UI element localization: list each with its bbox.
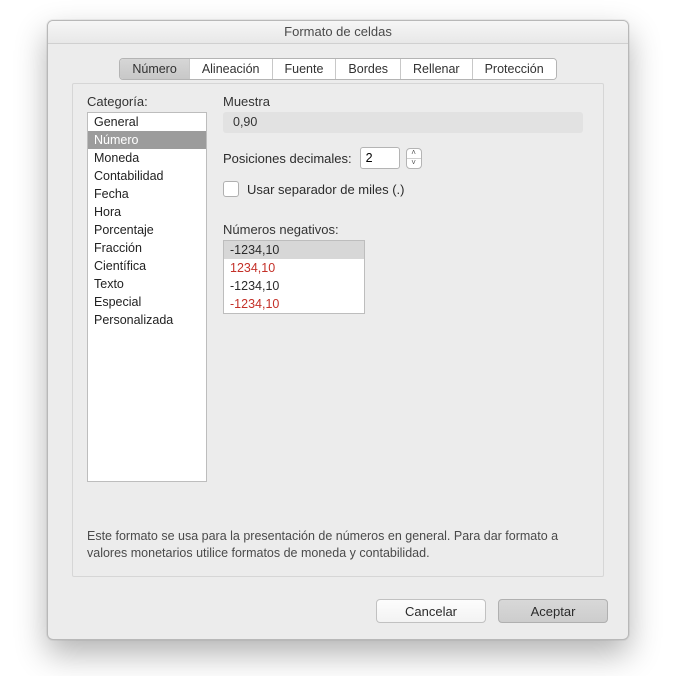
tab-bordes[interactable]: Bordes — [336, 59, 401, 79]
tab-alineación[interactable]: Alineación — [190, 59, 273, 79]
tab-protección[interactable]: Protección — [473, 59, 556, 79]
category-label: Categoría: — [87, 94, 207, 109]
format-cells-dialog: Formato de celdas NúmeroAlineaciónFuente… — [47, 20, 629, 640]
category-item[interactable]: Fecha — [88, 185, 206, 203]
tab-fuente[interactable]: Fuente — [273, 59, 337, 79]
category-item[interactable]: Personalizada — [88, 311, 206, 329]
category-item[interactable]: Hora — [88, 203, 206, 221]
negative-format-item[interactable]: -1234,10 — [224, 277, 364, 295]
negative-format-item[interactable]: -1234,10 — [224, 241, 364, 259]
negative-format-item[interactable]: -1234,10 — [224, 295, 364, 313]
format-description: Este formato se usa para la presentación… — [87, 528, 589, 562]
decimals-label: Posiciones decimales: — [223, 151, 352, 166]
stepper-down-icon[interactable]: ˅ — [407, 159, 421, 168]
category-listbox[interactable]: GeneralNúmeroMonedaContabilidadFechaHora… — [87, 112, 207, 482]
dialog-footer: Cancelar Aceptar — [376, 599, 608, 623]
thousands-checkbox[interactable]: Usar separador de miles (.) — [223, 181, 405, 197]
decimals-stepper[interactable]: ˄ ˅ — [406, 148, 422, 169]
negatives-listbox[interactable]: -1234,101234,10-1234,10-1234,10 — [223, 240, 365, 314]
stepper-up-icon[interactable]: ˄ — [407, 149, 421, 159]
category-item[interactable]: Contabilidad — [88, 167, 206, 185]
negatives-label: Números negativos: — [223, 222, 589, 237]
category-item[interactable]: Texto — [88, 275, 206, 293]
window-title: Formato de celdas — [48, 21, 628, 44]
checkbox-box-icon — [223, 181, 239, 197]
category-item[interactable]: Especial — [88, 293, 206, 311]
sample-label: Muestra — [223, 94, 589, 109]
negative-format-item[interactable]: 1234,10 — [224, 259, 364, 277]
thousands-label: Usar separador de miles (.) — [247, 182, 405, 197]
options-column: Muestra 0,90 Posiciones decimales: ˄ ˅ U… — [223, 94, 589, 314]
category-item[interactable]: Porcentaje — [88, 221, 206, 239]
tab-rellenar[interactable]: Rellenar — [401, 59, 473, 79]
category-item[interactable]: Moneda — [88, 149, 206, 167]
ok-button[interactable]: Aceptar — [498, 599, 608, 623]
cancel-button[interactable]: Cancelar — [376, 599, 486, 623]
category-item[interactable]: General — [88, 113, 206, 131]
content-panel: Categoría: GeneralNúmeroMonedaContabilid… — [72, 83, 604, 577]
decimals-input[interactable] — [360, 147, 400, 169]
category-item[interactable]: Fracción — [88, 239, 206, 257]
category-item[interactable]: Número — [88, 131, 206, 149]
sample-value: 0,90 — [223, 112, 583, 133]
category-item[interactable]: Científica — [88, 257, 206, 275]
category-column: Categoría: GeneralNúmeroMonedaContabilid… — [87, 94, 207, 482]
decimals-row: Posiciones decimales: ˄ ˅ — [223, 147, 589, 169]
tabs-row: NúmeroAlineaciónFuenteBordesRellenarProt… — [48, 44, 628, 80]
tab-número[interactable]: Número — [120, 59, 189, 79]
tabs: NúmeroAlineaciónFuenteBordesRellenarProt… — [119, 58, 556, 80]
